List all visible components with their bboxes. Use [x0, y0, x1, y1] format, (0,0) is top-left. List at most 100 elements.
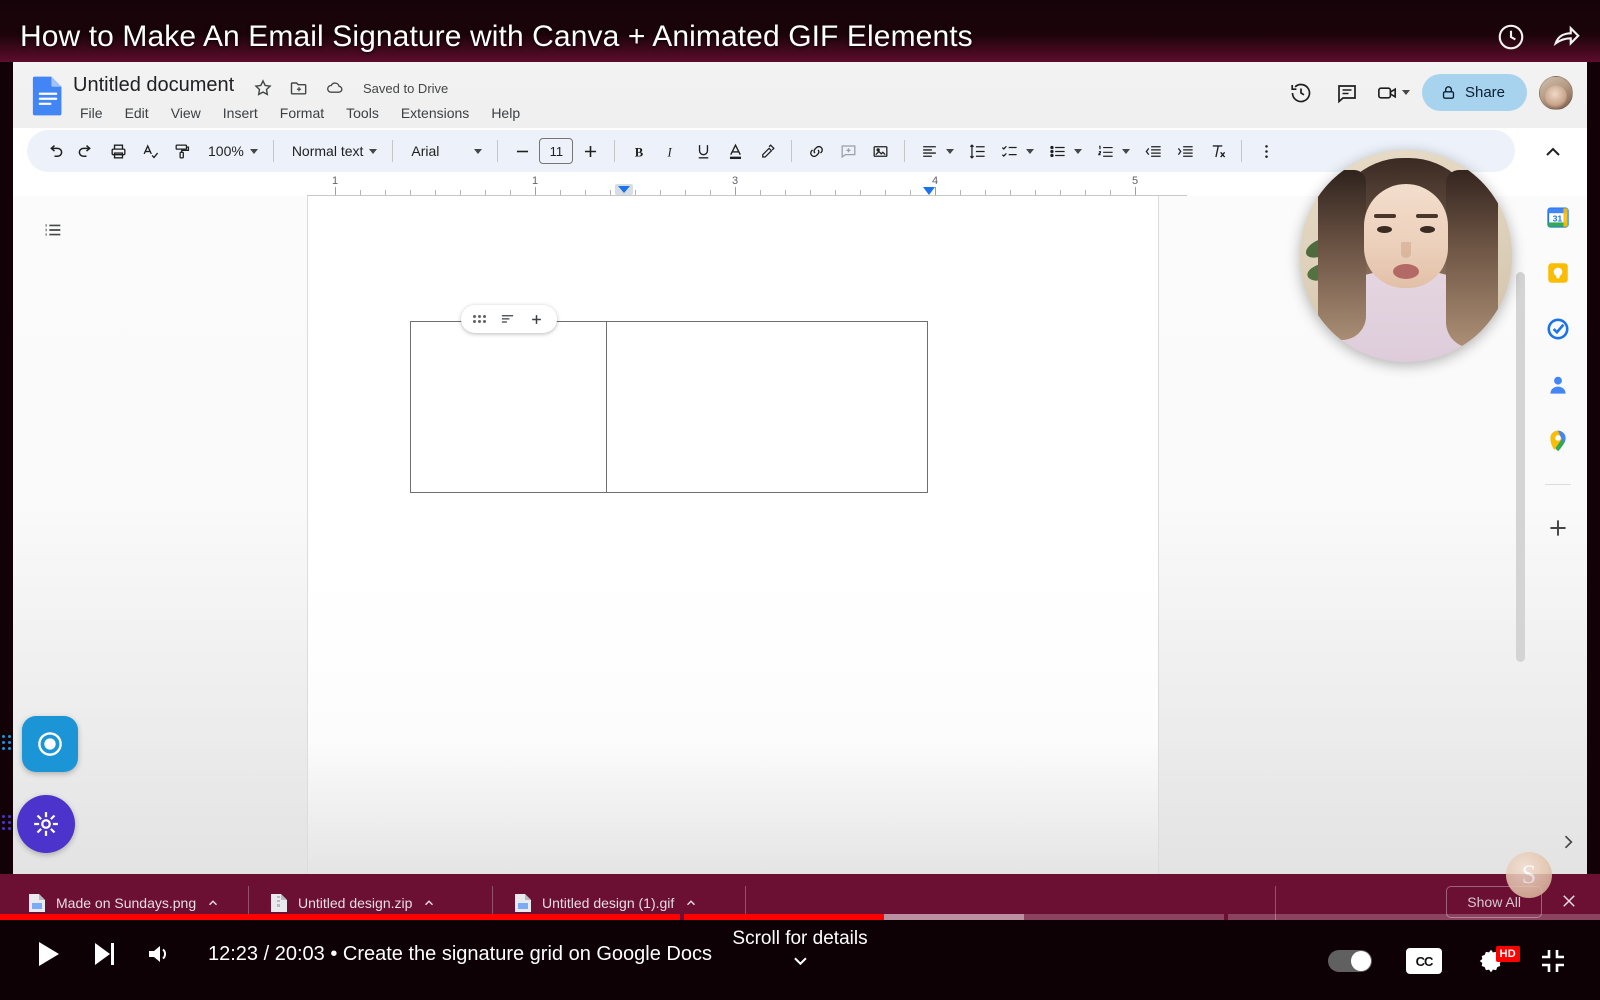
menu-insert[interactable]: Insert [214, 102, 267, 124]
download-item-name: Untitled design.zip [298, 895, 413, 911]
chevron-up-icon[interactable] [422, 896, 436, 910]
add-row-icon[interactable] [529, 312, 544, 327]
signature-table[interactable] [410, 305, 928, 493]
paint-format-icon[interactable] [167, 136, 197, 166]
download-item-name: Made on Sundays.png [56, 895, 197, 911]
menu-file[interactable]: File [71, 102, 112, 124]
maps-icon[interactable] [1545, 428, 1571, 454]
version-history-icon[interactable] [1284, 76, 1318, 110]
exit-fullscreen-button[interactable] [1540, 948, 1566, 974]
play-button[interactable] [36, 940, 62, 968]
collapse-toolbar-icon[interactable] [1541, 140, 1565, 164]
menu-view[interactable]: View [162, 102, 210, 124]
autoplay-toggle[interactable] [1328, 950, 1372, 972]
google-docs-logo-icon[interactable] [31, 75, 65, 117]
table-options-icon[interactable] [500, 312, 515, 327]
chevron-down-icon[interactable] [1122, 148, 1131, 154]
video-progress-bar[interactable] [0, 914, 1600, 920]
table-floating-toolbar[interactable] [461, 305, 557, 333]
share-arrow-icon[interactable] [1552, 22, 1582, 52]
print-icon[interactable] [103, 136, 133, 166]
zoom-dropdown[interactable]: 100% [199, 139, 264, 163]
document-title[interactable]: Untitled document [73, 74, 234, 97]
move-to-folder-icon[interactable] [289, 78, 309, 98]
effects-burst-button[interactable] [17, 795, 75, 853]
channel-watermark[interactable]: S [1506, 852, 1552, 898]
chevron-down-icon[interactable] [1026, 148, 1035, 154]
menu-extensions[interactable]: Extensions [392, 102, 478, 124]
document-page[interactable] [307, 196, 1159, 874]
star-icon[interactable] [253, 78, 273, 98]
divider [614, 140, 616, 162]
highlight-icon[interactable] [752, 136, 782, 166]
effects-widget-handle[interactable] [2, 815, 12, 830]
more-options-icon[interactable] [1251, 136, 1281, 166]
menu-tools[interactable]: Tools [337, 102, 388, 124]
chevron-down-icon[interactable] [946, 148, 955, 154]
decrease-indent-icon[interactable] [1138, 136, 1168, 166]
paragraph-style-dropdown[interactable]: Normal text [283, 139, 384, 163]
clear-formatting-icon[interactable] [1202, 136, 1232, 166]
vertical-scrollbar[interactable] [1516, 272, 1525, 662]
document-outline-toggle[interactable] [37, 214, 69, 246]
tasks-icon[interactable] [1545, 316, 1571, 342]
spelling-check-icon[interactable] [135, 136, 165, 166]
insert-image-icon[interactable] [865, 136, 895, 166]
table-cell-right[interactable] [607, 322, 927, 492]
progress-chapter[interactable] [684, 914, 1224, 920]
chevron-up-icon[interactable] [684, 896, 698, 910]
undo-icon[interactable] [39, 136, 69, 166]
settings-button[interactable]: HD [1476, 946, 1520, 976]
captions-button[interactable]: CC [1406, 948, 1442, 974]
comment-icon[interactable] [1330, 76, 1364, 110]
expand-panel-chevron-icon[interactable] [1558, 832, 1578, 852]
keep-icon[interactable] [1545, 260, 1571, 286]
lock-icon [1442, 86, 1455, 99]
increase-indent-icon[interactable] [1170, 136, 1200, 166]
left-indent-marker[interactable] [615, 184, 633, 195]
numbered-list-icon[interactable] [1090, 136, 1120, 166]
insert-link-icon[interactable] [801, 136, 831, 166]
webcam-overlay[interactable] [1300, 150, 1512, 362]
chevron-up-icon[interactable] [206, 896, 220, 910]
decrease-font-size-icon[interactable] [507, 136, 537, 166]
table-drag-handle-icon[interactable] [473, 315, 486, 323]
text-color-icon[interactable] [720, 136, 750, 166]
redo-icon[interactable] [71, 136, 101, 166]
watch-later-icon[interactable] [1496, 22, 1526, 52]
meet-camera-icon[interactable] [1376, 76, 1410, 110]
close-downloads-icon[interactable] [1560, 892, 1578, 910]
chevron-down-icon[interactable] [1074, 148, 1083, 154]
add-ons-icon[interactable] [1545, 515, 1571, 541]
underline-icon[interactable] [688, 136, 718, 166]
progress-chapter[interactable] [1228, 914, 1600, 920]
increase-font-size-icon[interactable] [575, 136, 605, 166]
share-button[interactable]: Share [1421, 74, 1527, 111]
add-comment-icon[interactable] [833, 136, 863, 166]
progress-chapter[interactable] [0, 914, 680, 920]
menu-edit[interactable]: Edit [116, 102, 158, 124]
ruler-track[interactable]: 1 1 3 4 5 [307, 175, 1187, 196]
user-avatar[interactable] [1539, 75, 1573, 110]
record-widget-handle[interactable] [2, 735, 12, 750]
checklist-icon[interactable] [994, 136, 1024, 166]
volume-button[interactable] [146, 941, 172, 967]
bulleted-list-icon[interactable] [1042, 136, 1072, 166]
font-dropdown[interactable]: Arial [402, 139, 488, 163]
contacts-icon[interactable] [1545, 372, 1571, 398]
align-icon[interactable] [914, 136, 944, 166]
italic-icon[interactable]: I [656, 136, 686, 166]
font-size-input[interactable]: 11 [539, 138, 574, 164]
menu-help[interactable]: Help [482, 102, 529, 124]
line-spacing-icon[interactable] [962, 136, 992, 166]
chevron-down-icon[interactable] [1401, 90, 1410, 95]
calendar-icon[interactable]: 31 [1545, 204, 1571, 230]
divider [497, 140, 499, 162]
next-video-button[interactable] [92, 941, 116, 967]
right-indent-marker[interactable] [923, 187, 935, 195]
menu-format[interactable]: Format [271, 102, 333, 124]
screen-record-button[interactable] [22, 716, 78, 772]
table-cell-left[interactable] [411, 322, 607, 492]
ruler-number: 5 [1131, 175, 1139, 187]
bold-icon[interactable]: B [624, 136, 654, 166]
